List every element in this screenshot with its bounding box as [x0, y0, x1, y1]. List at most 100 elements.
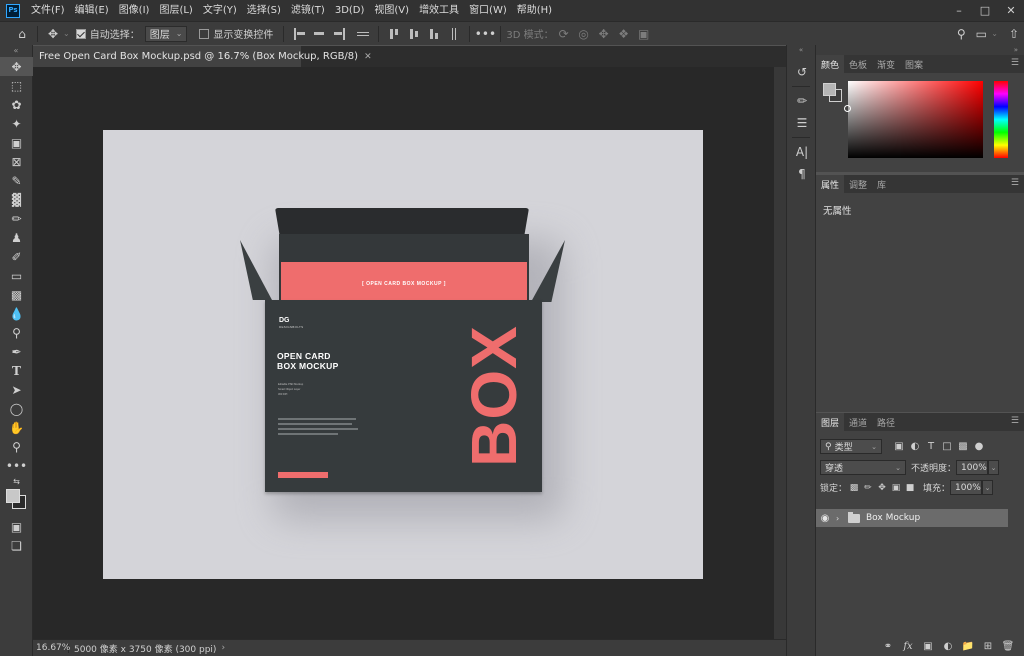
share-icon[interactable]: ⇧ [1004, 24, 1024, 44]
menu-window[interactable]: 窗口(W) [464, 0, 512, 21]
layer-mask-icon[interactable]: ▣ [918, 641, 938, 652]
show-transform-checkbox[interactable] [199, 28, 210, 39]
marquee-tool-icon[interactable]: ⬚ [0, 76, 33, 95]
eyedropper-tool-icon[interactable]: ✎ [0, 171, 33, 190]
search-icon[interactable]: ⚲ [951, 24, 971, 44]
adjustments-icon[interactable]: ☰ [787, 112, 817, 134]
menu-image[interactable]: 图像(I) [114, 0, 155, 21]
tab-libraries[interactable]: 库 [872, 175, 891, 193]
document-canvas[interactable]: [ OPEN CARD BOX MOCKUP ] DG DESIGNBOLTS … [103, 130, 703, 579]
hue-slider[interactable] [994, 81, 1008, 158]
more-options-icon[interactable]: ••• [475, 24, 496, 44]
shape-tool-icon[interactable]: ◯ [0, 399, 33, 418]
menu-view[interactable]: 视图(V) [369, 0, 414, 21]
align-vertical-center-icon[interactable] [406, 27, 422, 41]
menu-type[interactable]: 文字(Y) [198, 0, 242, 21]
tab-paths[interactable]: 路径 [872, 413, 900, 431]
filter-shape-icon[interactable]: □ [940, 440, 954, 454]
opacity-dropdown[interactable]: ⌄ [988, 460, 1000, 475]
tab-swatches[interactable]: 色板 [844, 55, 872, 73]
move-tool-icon[interactable]: ✥ [43, 24, 63, 44]
swap-colors-icon[interactable]: ⇆ [0, 475, 33, 487]
align-bottom-icon[interactable] [426, 27, 442, 41]
screen-mode-icon[interactable]: ❏ [0, 536, 33, 555]
clone-stamp-tool-icon[interactable]: ♟ [0, 228, 33, 247]
align-right-icon[interactable] [331, 27, 347, 41]
tab-channels[interactable]: 通道 [844, 413, 872, 431]
chevron-right-icon[interactable]: › [221, 643, 225, 653]
collapse-icon[interactable]: » [816, 45, 1024, 55]
foreground-color-swatch[interactable] [823, 83, 836, 96]
collapse-icon[interactable]: « [787, 45, 815, 55]
lasso-tool-icon[interactable]: ✿ [0, 95, 33, 114]
menu-edit[interactable]: 编辑(E) [70, 0, 114, 21]
menu-layer[interactable]: 图层(L) [154, 0, 197, 21]
lock-pixels-icon[interactable]: ✏ [861, 481, 875, 495]
blur-tool-icon[interactable]: 💧 [0, 304, 33, 323]
distribute-icon[interactable] [355, 27, 371, 41]
history-panel-icon[interactable]: ↺ [787, 61, 817, 83]
character-panel-icon[interactable]: A| [787, 141, 817, 163]
dodge-tool-icon[interactable]: ⚲ [0, 323, 33, 342]
paragraph-panel-icon[interactable]: ¶ [787, 163, 817, 185]
frame-tool-icon[interactable]: ⊠ [0, 152, 33, 171]
tab-properties[interactable]: 属性 [816, 175, 845, 193]
workspace-icon[interactable]: ▭ [971, 24, 991, 44]
layer-style-icon[interactable]: fx [898, 641, 918, 652]
3d-drag-icon[interactable]: ✥ [594, 24, 614, 44]
adjustment-layer-icon[interactable]: ◐ [938, 641, 958, 652]
menu-plugins[interactable]: 增效工具 [414, 0, 464, 21]
close-icon[interactable]: ✕ [998, 0, 1024, 21]
tab-patterns[interactable]: 图案 [900, 55, 928, 73]
close-tab-icon[interactable]: ✕ [364, 52, 372, 62]
distribute-vertical-icon[interactable] [446, 27, 462, 41]
expand-arrow-icon[interactable]: › [836, 514, 846, 523]
healing-brush-tool-icon[interactable]: ▓ [0, 190, 33, 209]
panel-menu-icon[interactable]: ☰ [1011, 58, 1019, 68]
maximize-icon[interactable]: □ [972, 0, 998, 21]
blend-mode-dropdown[interactable]: 穿透 ⌄ [820, 460, 906, 475]
eraser-tool-icon[interactable]: ▭ [0, 266, 33, 285]
visibility-eye-icon[interactable]: ◉ [816, 513, 834, 524]
filter-type-icon[interactable]: T [924, 440, 938, 454]
pen-tool-icon[interactable]: ✒ [0, 342, 33, 361]
new-layer-icon[interactable]: ⊞ [978, 641, 998, 652]
menu-filter[interactable]: 滤镜(T) [286, 0, 330, 21]
menu-3d[interactable]: 3D(D) [330, 0, 370, 21]
path-selection-tool-icon[interactable]: ➤ [0, 380, 33, 399]
lock-all-icon[interactable]: ■ [903, 481, 917, 495]
3d-roll-icon[interactable]: ◎ [574, 24, 594, 44]
history-brush-tool-icon[interactable]: ✐ [0, 247, 33, 266]
document-tab[interactable]: Free Open Card Box Mockup.psd @ 16.7% (B… [33, 46, 372, 67]
menu-file[interactable]: 文件(F) [26, 0, 70, 21]
tab-gradients[interactable]: 渐变 [872, 55, 900, 73]
tab-layers[interactable]: 图层 [816, 413, 845, 431]
auto-select-option[interactable]: 自动选择： [75, 26, 140, 41]
lock-position-icon[interactable]: ✥ [875, 481, 889, 495]
3d-slide-icon[interactable]: ❖ [614, 24, 634, 44]
move-tool-icon[interactable]: ✥ [0, 57, 33, 76]
collapse-icon[interactable]: « [0, 45, 32, 57]
color-picker-field[interactable] [844, 81, 983, 158]
delete-layer-icon[interactable]: 🗑 [998, 641, 1018, 652]
vertical-scrollbar[interactable] [774, 67, 786, 639]
foreground-color-swatch[interactable] [6, 489, 20, 503]
chevron-down-icon[interactable]: ⌄ [63, 29, 70, 38]
link-layers-icon[interactable]: ⚭ [878, 641, 898, 652]
tab-adjustments[interactable]: 调整 [844, 175, 872, 193]
filter-adjustment-icon[interactable]: ◐ [908, 440, 922, 454]
zoom-level[interactable]: 16.67% [33, 643, 70, 653]
zoom-tool-icon[interactable]: ⚲ [0, 437, 33, 456]
menu-select[interactable]: 选择(S) [242, 0, 286, 21]
gradient-tool-icon[interactable]: ▩ [0, 285, 33, 304]
panel-menu-icon[interactable]: ☰ [1011, 178, 1019, 188]
3d-camera-icon[interactable]: ▣ [634, 24, 654, 44]
lock-transparent-icon[interactable]: ▩ [847, 481, 861, 495]
align-horizontal-center-icon[interactable] [311, 27, 327, 41]
color-picker-handle[interactable] [844, 105, 851, 112]
tab-color[interactable]: 颜色 [816, 55, 845, 73]
filter-smart-object-icon[interactable]: ▩ [956, 440, 970, 454]
new-group-icon[interactable]: 📁 [958, 641, 978, 652]
auto-select-checkbox[interactable] [75, 28, 86, 39]
align-top-icon[interactable] [386, 27, 402, 41]
